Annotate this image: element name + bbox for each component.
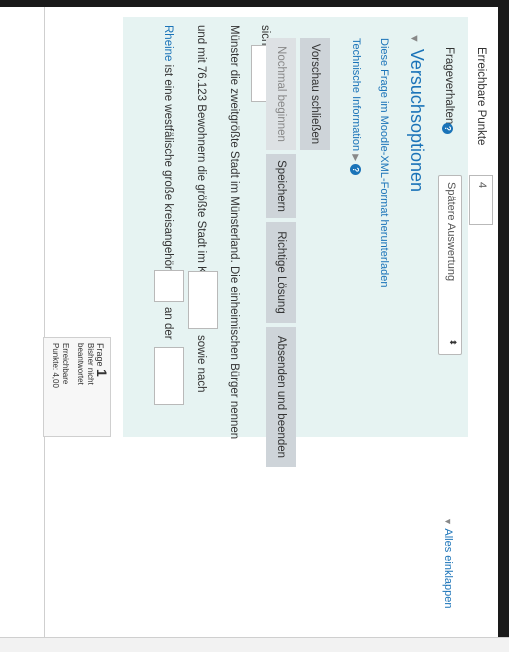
caret-down-icon: ▼ (443, 517, 453, 526)
points-input[interactable]: 4 (469, 175, 493, 225)
behaviour-label: Frageverhalten (443, 47, 455, 125)
collapse-all-label: Alles einklappen (442, 528, 454, 609)
select-arrows-icon: ⬍ (448, 338, 458, 346)
bottom-strip (0, 637, 509, 652)
restart-button[interactable]: Nochmal beginnen (266, 38, 296, 150)
answer-blank-2[interactable] (154, 347, 184, 405)
help-icon[interactable]: ? (350, 164, 362, 176)
question-status-line2: beantwortet (76, 343, 85, 385)
answer-blank-1[interactable] (154, 270, 184, 302)
rotated-content: Frage 1 Bisher nicht beantwortet Erreich… (35, 7, 495, 637)
question-line-2-after: sowie nach (195, 335, 207, 393)
attempt-options-title: Versuchsoptionen (407, 48, 427, 193)
window-frame-top (0, 0, 509, 7)
download-xml-link[interactable]: Diese Frage im Moodle-XML-Format herunte… (378, 38, 390, 287)
behaviour-select-value: Spätere Auswertung (445, 182, 457, 282)
help-icon[interactable]: ? (442, 123, 453, 134)
behaviour-select[interactable]: Spätere Auswertung ⬍ (438, 175, 462, 355)
technical-info-label: Technische Information (350, 38, 362, 152)
correct-solution-button[interactable]: Richtige Lösung (266, 222, 296, 323)
save-button[interactable]: Speichern (266, 154, 296, 218)
question-line-3-text: Münster die zweitgrößte Stadt im Münster… (228, 25, 240, 440)
window-frame-right (498, 0, 509, 651)
question-line-2-text: und mit 76.123 Bewohnern die größte Stad… (195, 25, 207, 293)
technical-info-link[interactable]: Technische Information ▶ ? (350, 38, 362, 176)
question-keyword-link[interactable]: Rheine (162, 25, 174, 61)
question-line-1-text: ist eine westfälische große kreisangehör… (162, 61, 174, 286)
caret-right-icon: ▶ (351, 154, 361, 162)
close-preview-button[interactable]: Vorschau schließen (300, 38, 330, 150)
question-number-value: 1 (94, 369, 110, 377)
question-label: Frage (95, 343, 105, 367)
collapse-all-link[interactable]: ▼ Alles einklappen (442, 517, 454, 609)
question-points-line1: Erreichbare (61, 343, 70, 385)
question-line-1-after: an der (162, 307, 174, 340)
question-status-line1: Bisher nicht (86, 343, 95, 385)
question-number: Frage 1 (94, 343, 110, 431)
question-info-box: Frage 1 Bisher nicht beantwortet Erreich… (43, 337, 111, 437)
question-points-line2: Punkte: 4,00 (51, 343, 60, 388)
caret-down-icon: ▼ (408, 33, 420, 44)
attempt-options-heading[interactable]: ▼ Versuchsoptionen (406, 33, 427, 192)
points-label: Erreichbare Punkte (475, 47, 487, 146)
answer-blank-3[interactable] (188, 271, 218, 329)
submit-finish-button[interactable]: Absenden und beenden (266, 327, 296, 467)
question-line-1: Rheine ist eine westfälische große kreis… (162, 25, 174, 285)
